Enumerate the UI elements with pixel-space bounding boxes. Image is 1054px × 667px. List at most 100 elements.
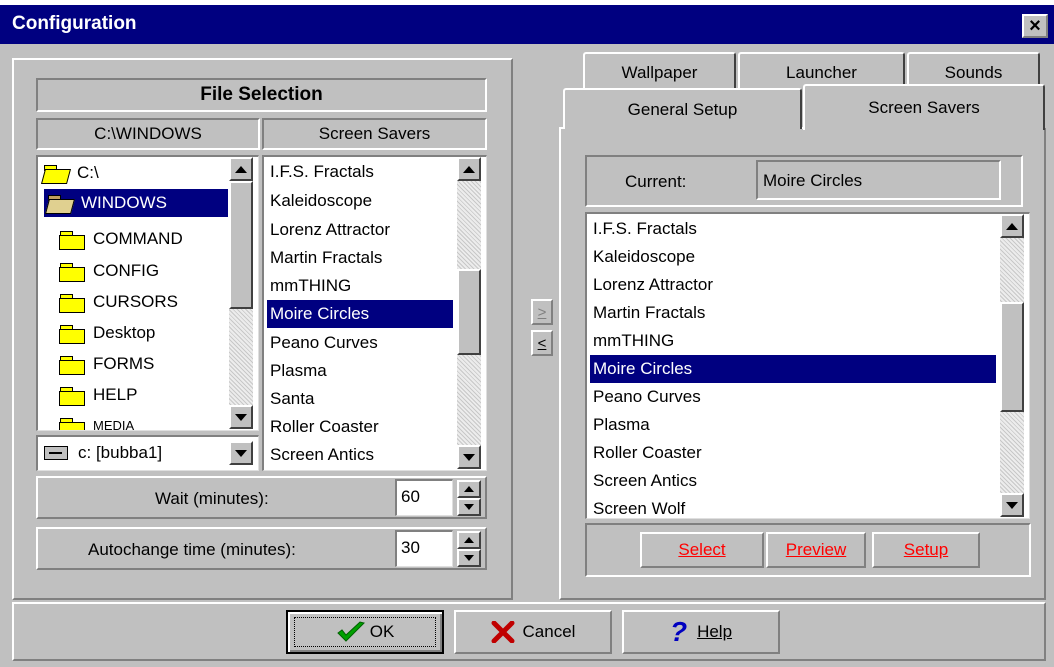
folder-icon: [59, 293, 85, 313]
autochange-stepper-up[interactable]: [457, 531, 481, 549]
folder-tree[interactable]: C:\ WINDOWS COMMAND CONFIG CURSORS Deskt…: [36, 155, 259, 431]
file-list-scroll-thumb[interactable]: [457, 269, 481, 355]
tab-general-setup[interactable]: General Setup: [563, 88, 802, 129]
remove-from-list-button[interactable]: <: [531, 330, 553, 356]
title-bar: Configuration ×: [0, 5, 1054, 44]
file-item[interactable]: Martin Fractals: [267, 244, 453, 272]
arrow-down-icon: [463, 453, 475, 461]
file-list[interactable]: I.F.S. Fractals Kaleidoscope Lorenz Attr…: [262, 155, 487, 471]
folder-item[interactable]: MEDIA: [56, 412, 255, 430]
file-list-scroll-down[interactable]: [457, 445, 481, 469]
drive-dropdown-button[interactable]: [229, 441, 253, 465]
folder-icon: [59, 230, 85, 250]
autochange-stepper-down[interactable]: [457, 549, 481, 567]
screen-saver-item-selected[interactable]: Moire Circles: [590, 355, 996, 383]
file-item[interactable]: Roller Coaster: [267, 413, 453, 441]
file-item[interactable]: I.F.S. Fractals: [267, 158, 453, 186]
folder-item-selected[interactable]: WINDOWS: [44, 189, 228, 217]
folder-tree-scroll-up[interactable]: [229, 157, 253, 181]
arrow-up-icon: [235, 165, 247, 173]
file-item[interactable]: Santa: [267, 385, 453, 413]
wait-label: Wait (minutes):: [155, 489, 269, 508]
preview-button[interactable]: Preview: [766, 532, 866, 568]
arrow-down-icon: [464, 504, 474, 510]
screen-saver-item[interactable]: Screen Wolf: [590, 495, 996, 518]
drive-value: c: [bubba1]: [78, 443, 163, 462]
folder-item[interactable]: C:\: [40, 159, 255, 187]
arrow-up-icon: [1006, 222, 1018, 230]
file-item[interactable]: Plasma: [267, 357, 453, 385]
folder-icon: [59, 386, 85, 406]
open-folder-icon: [44, 194, 76, 214]
screen-saver-scroll-thumb[interactable]: [1000, 302, 1024, 412]
folder-tree-scroll-down[interactable]: [229, 405, 253, 429]
arrow-down-icon: [235, 413, 247, 421]
screen-saver-item[interactable]: Lorenz Attractor: [590, 271, 996, 299]
file-list-scroll-up[interactable]: [457, 157, 481, 181]
folder-icon: [59, 417, 85, 430]
screen-saver-item[interactable]: Roller Coaster: [590, 439, 996, 467]
ok-button[interactable]: OK: [286, 610, 444, 654]
folder-item[interactable]: HELP: [56, 381, 255, 409]
folder-item[interactable]: CONFIG: [56, 257, 255, 285]
folder-icon: [59, 355, 85, 375]
screen-saver-scroll-up[interactable]: [1000, 214, 1024, 238]
file-item[interactable]: Kaleidoscope: [267, 187, 453, 215]
folder-icon: [59, 324, 85, 344]
current-directory-label: C:\WINDOWS: [36, 118, 260, 150]
wait-stepper-down[interactable]: [457, 498, 481, 516]
screen-saver-list[interactable]: I.F.S. Fractals Kaleidoscope Lorenz Attr…: [585, 212, 1030, 519]
autochange-input[interactable]: 30: [395, 530, 453, 567]
close-button[interactable]: ×: [1022, 14, 1048, 38]
screen-saver-item[interactable]: I.F.S. Fractals: [590, 215, 996, 243]
folder-item[interactable]: CURSORS: [56, 288, 255, 316]
screen-saver-item[interactable]: Plasma: [590, 411, 996, 439]
setup-button[interactable]: Setup: [872, 532, 980, 568]
cancel-button[interactable]: Cancel: [454, 610, 612, 654]
x-icon: [491, 621, 515, 643]
add-to-list-button[interactable]: >: [531, 299, 553, 325]
wait-stepper-up[interactable]: [457, 480, 481, 498]
folder-item[interactable]: COMMAND: [56, 225, 255, 253]
arrow-up-icon: [464, 537, 474, 543]
window-title: Configuration: [12, 13, 137, 34]
file-selection-header: File Selection: [36, 78, 487, 112]
help-button[interactable]: ? Help: [622, 610, 780, 654]
question-mark-icon: ?: [669, 616, 688, 647]
screen-saver-item[interactable]: Kaleidoscope: [590, 243, 996, 271]
arrow-up-icon: [464, 486, 474, 492]
wait-input[interactable]: 60: [395, 479, 453, 516]
autochange-stepper[interactable]: [457, 531, 481, 567]
file-item[interactable]: Peano Curves: [267, 329, 453, 357]
chevron-down-icon: [235, 449, 247, 457]
drive-select[interactable]: c: [bubba1]: [36, 435, 259, 471]
file-item[interactable]: Screen Antics: [267, 441, 453, 469]
folder-tree-scroll-thumb[interactable]: [229, 181, 253, 309]
folder-item[interactable]: Desktop: [56, 319, 255, 347]
file-item[interactable]: Lorenz Attractor: [267, 216, 453, 244]
folder-icon: [59, 262, 85, 282]
folder-item[interactable]: FORMS: [56, 350, 255, 378]
open-folder-icon: [40, 164, 72, 184]
tab-screen-savers[interactable]: Screen Savers: [803, 84, 1045, 130]
select-button[interactable]: Select: [640, 532, 764, 568]
drive-icon: [44, 446, 68, 460]
screen-saver-scroll-down[interactable]: [1000, 493, 1024, 517]
checkmark-icon: [336, 621, 365, 642]
current-label: Current:: [625, 172, 687, 191]
arrow-down-icon: [464, 555, 474, 561]
file-item-selected[interactable]: Moire Circles: [267, 300, 453, 328]
screen-saver-item[interactable]: mmTHING: [590, 327, 996, 355]
screen-saver-item[interactable]: Martin Fractals: [590, 299, 996, 327]
screen-saver-item[interactable]: Screen Antics: [590, 467, 996, 495]
close-icon: ×: [1029, 14, 1041, 37]
autochange-label: Autochange time (minutes):: [88, 540, 296, 559]
screen-saver-item[interactable]: Peano Curves: [590, 383, 996, 411]
tab-wallpaper[interactable]: Wallpaper: [583, 52, 736, 92]
current-value-field: Moire Circles: [756, 160, 1001, 200]
wait-stepper[interactable]: [457, 480, 481, 516]
category-label: Screen Savers: [262, 118, 487, 150]
arrow-down-icon: [1006, 501, 1018, 509]
arrow-up-icon: [463, 165, 475, 173]
file-item[interactable]: mmTHING: [267, 272, 453, 300]
